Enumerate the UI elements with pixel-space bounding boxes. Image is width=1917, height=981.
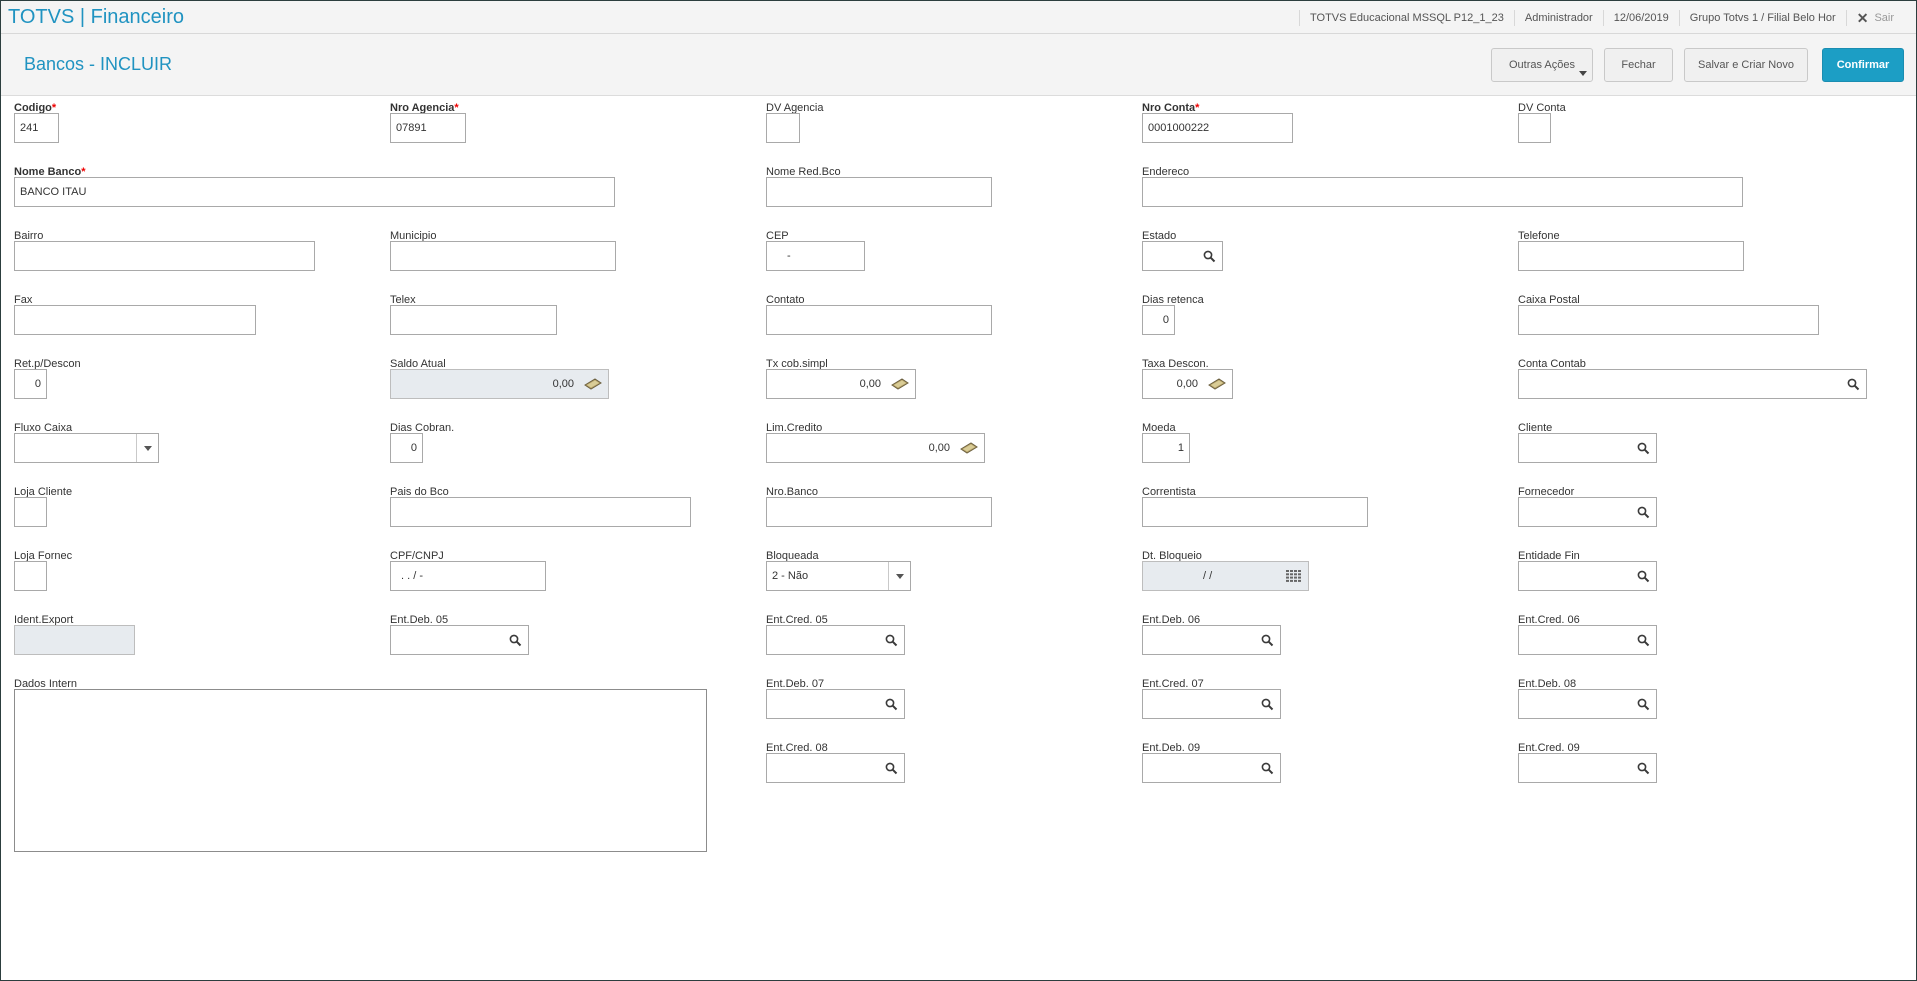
bloqueada-select[interactable]: 2 - Não xyxy=(766,561,911,591)
nome-red-bco-input[interactable] xyxy=(766,177,992,207)
dt-bloqueio-value: / / xyxy=(1203,570,1213,582)
user-label: Administrador xyxy=(1513,9,1603,26)
moeda-input[interactable]: 1 xyxy=(1142,433,1190,463)
cliente-input[interactable] xyxy=(1518,433,1657,463)
nro-banco-input[interactable] xyxy=(766,497,992,527)
saldo-atual-value: 0,00 xyxy=(552,378,574,390)
ent-deb-06-input[interactable] xyxy=(1142,625,1281,655)
ent-cred-06-input[interactable] xyxy=(1518,625,1657,655)
exit-label: Sair xyxy=(1874,11,1894,24)
top-bar: TOTVS | Financeiro TOTVS Educacional MSS… xyxy=(1,1,1916,34)
ent-deb-08-input[interactable] xyxy=(1518,689,1657,719)
conta-contab-input[interactable] xyxy=(1518,369,1867,399)
chevron-down-icon[interactable] xyxy=(888,562,910,590)
ret-p-descon-input[interactable]: 0 xyxy=(14,369,47,399)
endereco-input[interactable] xyxy=(1142,177,1743,207)
tx-cob-simpl-input[interactable]: 0,00 xyxy=(766,369,916,399)
nome-banco-input[interactable]: BANCO ITAU xyxy=(14,177,615,207)
search-icon[interactable] xyxy=(1630,434,1656,462)
search-icon[interactable] xyxy=(1630,562,1656,590)
ent-deb-05-input[interactable] xyxy=(390,625,529,655)
search-icon[interactable] xyxy=(1630,626,1656,654)
exit-button[interactable]: ✕ Sair xyxy=(1845,9,1902,26)
calculator-icon[interactable] xyxy=(580,370,606,398)
page-title: Bancos - INCLUIR xyxy=(24,54,173,74)
municipio-input[interactable] xyxy=(390,241,616,271)
save-new-button[interactable]: Salvar e Criar Novo xyxy=(1684,48,1808,82)
search-icon[interactable] xyxy=(878,690,904,718)
calculator-icon[interactable] xyxy=(1204,370,1230,398)
telefone-input[interactable] xyxy=(1518,241,1744,271)
search-icon[interactable] xyxy=(1254,754,1280,782)
cep-input[interactable]: - xyxy=(766,241,865,271)
nro-conta-input[interactable]: 0001000222 xyxy=(1142,113,1293,143)
dt-bloqueio-input: / / xyxy=(1142,561,1309,591)
search-icon[interactable] xyxy=(1630,754,1656,782)
search-icon[interactable] xyxy=(1630,498,1656,526)
ent-cred-05-input[interactable] xyxy=(766,625,905,655)
chevron-down-icon[interactable] xyxy=(136,434,158,462)
search-icon[interactable] xyxy=(878,626,904,654)
telex-input[interactable] xyxy=(390,305,557,335)
fax-input[interactable] xyxy=(14,305,256,335)
caixa-postal-input[interactable] xyxy=(1518,305,1819,335)
calculator-icon[interactable] xyxy=(956,434,982,462)
correntista-input[interactable] xyxy=(1142,497,1368,527)
confirm-button[interactable]: Confirmar xyxy=(1822,48,1904,82)
dv-conta-input[interactable] xyxy=(1518,113,1551,143)
bairro-input[interactable] xyxy=(14,241,315,271)
dados-intern-textarea[interactable] xyxy=(14,689,707,852)
ent-cred-09-input[interactable] xyxy=(1518,753,1657,783)
saldo-atual-input: 0,00 xyxy=(390,369,609,399)
other-actions-button[interactable]: Outras Ações xyxy=(1491,48,1593,82)
cpf-cnpj-input[interactable]: . . / - xyxy=(390,561,546,591)
ent-cred-08-input[interactable] xyxy=(766,753,905,783)
ent-cred-07-input[interactable] xyxy=(1142,689,1281,719)
date-label: 12/06/2019 xyxy=(1602,9,1679,26)
ent-deb-07-input[interactable] xyxy=(766,689,905,719)
lim-credito-value: 0,00 xyxy=(928,442,950,454)
close-icon: ✕ xyxy=(1856,9,1869,26)
calendar-icon[interactable] xyxy=(1280,562,1306,590)
ident-export-input xyxy=(14,625,135,655)
dias-retenca-input[interactable]: 0 xyxy=(1142,305,1175,335)
search-icon[interactable] xyxy=(1196,242,1222,270)
app-title: TOTVS | Financeiro xyxy=(8,6,184,28)
save-new-label: Salvar e Criar Novo xyxy=(1698,59,1794,71)
pais-do-bco-input[interactable] xyxy=(390,497,691,527)
environment-label: TOTVS Educacional MSSQL P12_1_23 xyxy=(1299,9,1514,26)
tx-cob-simpl-value: 0,00 xyxy=(859,378,881,390)
dv-agencia-input[interactable] xyxy=(766,113,800,143)
top-info: TOTVS Educacional MSSQL P12_1_23 Adminis… xyxy=(1299,1,1902,34)
search-icon[interactable] xyxy=(1630,690,1656,718)
page-header: Bancos - INCLUIR Outras Ações Fechar Sal… xyxy=(1,34,1916,96)
search-icon[interactable] xyxy=(502,626,528,654)
contato-input[interactable] xyxy=(766,305,992,335)
estado-input[interactable] xyxy=(1142,241,1223,271)
fluxo-caixa-select[interactable] xyxy=(14,433,159,463)
search-icon[interactable] xyxy=(878,754,904,782)
caret-down-icon xyxy=(1579,71,1587,76)
dias-cobran-input[interactable]: 0 xyxy=(390,433,423,463)
search-icon[interactable] xyxy=(1254,626,1280,654)
loja-fornec-input[interactable] xyxy=(14,561,47,591)
taxa-descon-value: 0,00 xyxy=(1176,378,1198,390)
close-label: Fechar xyxy=(1621,59,1656,71)
confirm-label: Confirmar xyxy=(1836,59,1890,71)
branch-label[interactable]: Grupo Totvs 1 / Filial Belo Hor xyxy=(1678,9,1846,26)
bloqueada-value: 2 - Não xyxy=(772,570,809,582)
lim-credito-input[interactable]: 0,00 xyxy=(766,433,985,463)
codigo-input[interactable]: 241 xyxy=(14,113,59,143)
calculator-icon[interactable] xyxy=(887,370,913,398)
loja-cliente-input[interactable] xyxy=(14,497,47,527)
other-actions-label: Outras Ações xyxy=(1508,59,1576,71)
entidade-fin-input[interactable] xyxy=(1518,561,1657,591)
taxa-descon-input[interactable]: 0,00 xyxy=(1142,369,1233,399)
ent-deb-09-input[interactable] xyxy=(1142,753,1281,783)
close-button[interactable]: Fechar xyxy=(1604,48,1673,82)
search-icon[interactable] xyxy=(1840,370,1866,398)
fornecedor-input[interactable] xyxy=(1518,497,1657,527)
nro-agencia-input[interactable]: 07891 xyxy=(390,113,466,143)
search-icon[interactable] xyxy=(1254,690,1280,718)
